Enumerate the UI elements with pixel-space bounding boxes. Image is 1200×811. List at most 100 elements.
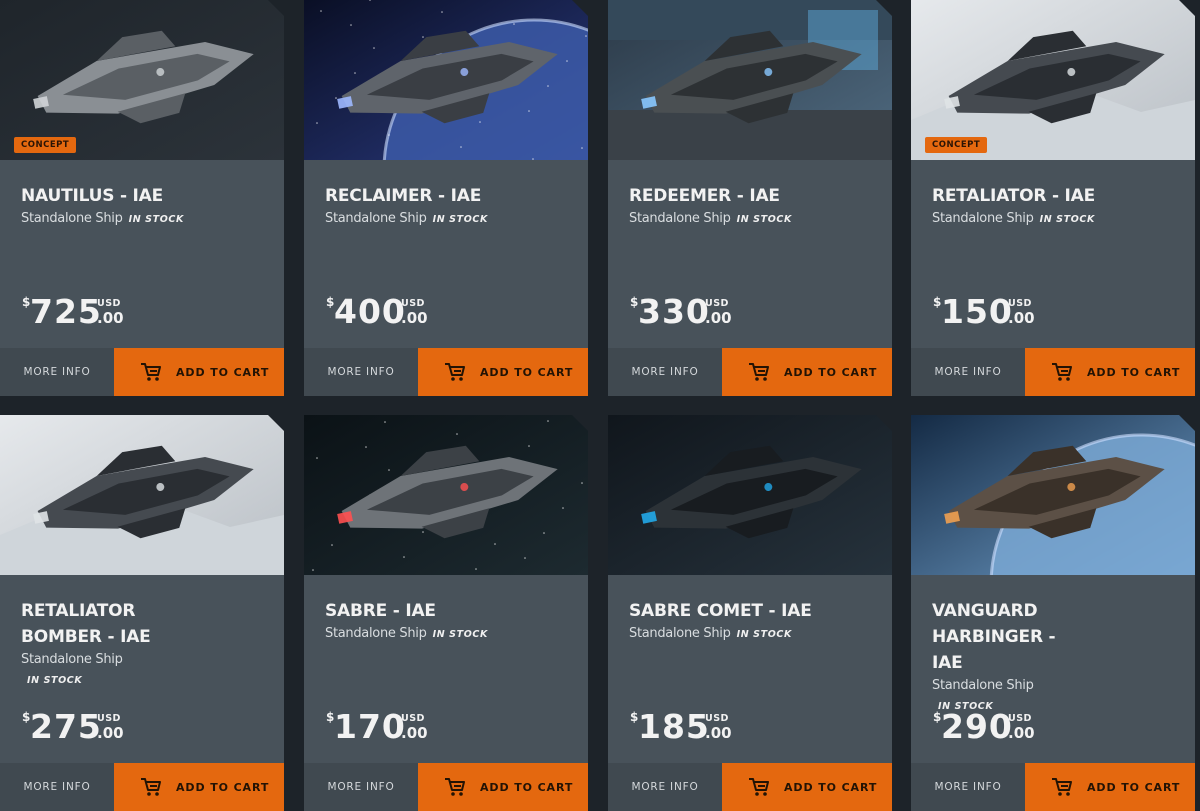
price-amount: 170 <box>334 707 406 746</box>
shopping-cart-icon <box>749 778 769 796</box>
price-amount: 290 <box>941 707 1013 746</box>
ship-image <box>911 0 1195 160</box>
ship-grid: CONCEPT NAUTILUS - IAE Standalone Ship IN… <box>0 0 1200 811</box>
currency-code: USD <box>401 713 425 724</box>
ship-image <box>304 0 588 160</box>
price-cents: .00 <box>1008 309 1035 327</box>
corner-notch <box>1179 0 1195 16</box>
price-cents: .00 <box>97 724 124 742</box>
add-to-cart-label: ADD TO CART <box>176 780 270 794</box>
price-amount: 185 <box>638 707 710 746</box>
price-amount: 150 <box>941 292 1013 331</box>
add-to-cart-label: ADD TO CART <box>480 780 574 794</box>
corner-notch <box>572 0 588 16</box>
ship-type: Standalone Ship <box>325 211 427 226</box>
ship-image-frame[interactable] <box>608 415 892 575</box>
price-cents: .00 <box>1008 724 1035 742</box>
more-info-button[interactable]: MORE INFO <box>911 763 1025 811</box>
add-to-cart-button[interactable]: ADD TO CART <box>1025 763 1195 811</box>
more-info-button[interactable]: MORE INFO <box>911 348 1025 396</box>
shopping-cart-icon <box>141 778 161 796</box>
price-amount: 330 <box>638 292 710 331</box>
add-to-cart-button[interactable]: ADD TO CART <box>418 348 588 396</box>
ship-image <box>911 415 1195 575</box>
add-to-cart-button[interactable]: ADD TO CART <box>722 348 892 396</box>
ship-title-block: RETALIATOR BOMBER - IAE Standalone Ship I… <box>21 598 171 691</box>
ship-title-block: SABRE - IAE Standalone Ship IN STOCK <box>325 598 575 645</box>
price-cents: .00 <box>705 724 732 742</box>
price-cents: .00 <box>401 309 428 327</box>
ship-image-frame[interactable] <box>608 0 892 160</box>
ship-subtitle-row: Standalone Ship IN STOCK <box>629 209 879 230</box>
ship-name[interactable]: RETALIATOR BOMBER - IAE <box>21 598 171 650</box>
ship-subtitle-row: Standalone Ship IN STOCK <box>325 209 575 230</box>
corner-notch <box>268 0 284 16</box>
ship-image-frame[interactable] <box>304 415 588 575</box>
ship-image-frame[interactable] <box>0 0 284 160</box>
ship-card[interactable]: SABRE - IAE Standalone Ship IN STOCK $ 17… <box>304 415 588 811</box>
shopping-cart-icon <box>141 363 161 381</box>
add-to-cart-button[interactable]: ADD TO CART <box>1025 348 1195 396</box>
price-amount: 400 <box>334 292 406 331</box>
price-cents: .00 <box>401 724 428 742</box>
currency-code: USD <box>97 298 121 309</box>
ship-card[interactable]: SABRE COMET - IAE Standalone Ship IN STOC… <box>608 415 892 811</box>
currency-code: USD <box>1008 713 1032 724</box>
currency-code: USD <box>97 713 121 724</box>
ship-image-frame[interactable] <box>304 0 588 160</box>
ship-image <box>304 415 588 575</box>
add-to-cart-button[interactable]: ADD TO CART <box>418 763 588 811</box>
ship-title-block: VANGUARD HARBINGER - IAE Standalone Ship… <box>932 598 1082 717</box>
stock-status: IN STOCK <box>432 214 488 225</box>
price-amount: 275 <box>30 707 102 746</box>
currency-code: USD <box>1008 298 1032 309</box>
more-info-button[interactable]: MORE INFO <box>304 763 418 811</box>
ship-card[interactable]: CONCEPT NAUTILUS - IAE Standalone Ship IN… <box>0 0 284 396</box>
ship-subtitle-row: Standalone Ship IN STOCK <box>932 209 1182 230</box>
corner-notch <box>268 415 284 431</box>
ship-name[interactable]: RECLAIMER - IAE <box>325 183 575 209</box>
ship-image-frame[interactable] <box>911 0 1195 160</box>
ship-name[interactable]: SABRE - IAE <box>325 598 575 624</box>
add-to-cart-button[interactable]: ADD TO CART <box>722 763 892 811</box>
ship-type: Standalone Ship <box>325 626 427 641</box>
ship-card[interactable]: CONCEPT RETALIATOR - IAE Standalone Ship… <box>911 0 1195 396</box>
ship-card[interactable]: RECLAIMER - IAE Standalone Ship IN STOCK … <box>304 0 588 396</box>
add-to-cart-label: ADD TO CART <box>176 365 270 379</box>
more-info-button[interactable]: MORE INFO <box>0 348 114 396</box>
more-info-button[interactable]: MORE INFO <box>304 348 418 396</box>
add-to-cart-label: ADD TO CART <box>480 365 574 379</box>
ship-title-block: REDEEMER - IAE Standalone Ship IN STOCK <box>629 183 879 230</box>
currency-code: USD <box>705 298 729 309</box>
ship-card[interactable]: REDEEMER - IAE Standalone Ship IN STOCK $… <box>608 0 892 396</box>
more-info-button[interactable]: MORE INFO <box>608 763 722 811</box>
ship-image-frame[interactable] <box>911 415 1195 575</box>
stock-status: IN STOCK <box>736 629 792 640</box>
ship-name[interactable]: SABRE COMET - IAE <box>629 598 879 624</box>
more-info-button[interactable]: MORE INFO <box>0 763 114 811</box>
ship-image-frame[interactable] <box>0 415 284 575</box>
ship-name[interactable]: RETALIATOR - IAE <box>932 183 1182 209</box>
more-info-button[interactable]: MORE INFO <box>608 348 722 396</box>
shopping-cart-icon <box>749 363 769 381</box>
ship-image <box>608 0 892 160</box>
ship-type: Standalone Ship <box>932 678 1034 693</box>
ship-card[interactable]: VANGUARD HARBINGER - IAE Standalone Ship… <box>911 415 1195 811</box>
ship-type: Standalone Ship <box>21 652 123 667</box>
price-cents: .00 <box>97 309 124 327</box>
corner-notch <box>572 415 588 431</box>
stock-status: IN STOCK <box>128 214 184 225</box>
add-to-cart-button[interactable]: ADD TO CART <box>114 763 284 811</box>
ship-name[interactable]: REDEEMER - IAE <box>629 183 879 209</box>
ship-image <box>0 415 284 575</box>
shopping-cart-icon <box>1052 363 1072 381</box>
ship-card[interactable]: RETALIATOR BOMBER - IAE Standalone Ship I… <box>0 415 284 811</box>
add-to-cart-button[interactable]: ADD TO CART <box>114 348 284 396</box>
ship-name[interactable]: NAUTILUS - IAE <box>21 183 271 209</box>
currency-code: USD <box>401 298 425 309</box>
ship-title-block: RECLAIMER - IAE Standalone Ship IN STOCK <box>325 183 575 230</box>
add-to-cart-label: ADD TO CART <box>1087 780 1181 794</box>
shopping-cart-icon <box>1052 778 1072 796</box>
ship-name[interactable]: VANGUARD HARBINGER - IAE <box>932 598 1082 676</box>
concept-badge: CONCEPT <box>14 137 77 153</box>
